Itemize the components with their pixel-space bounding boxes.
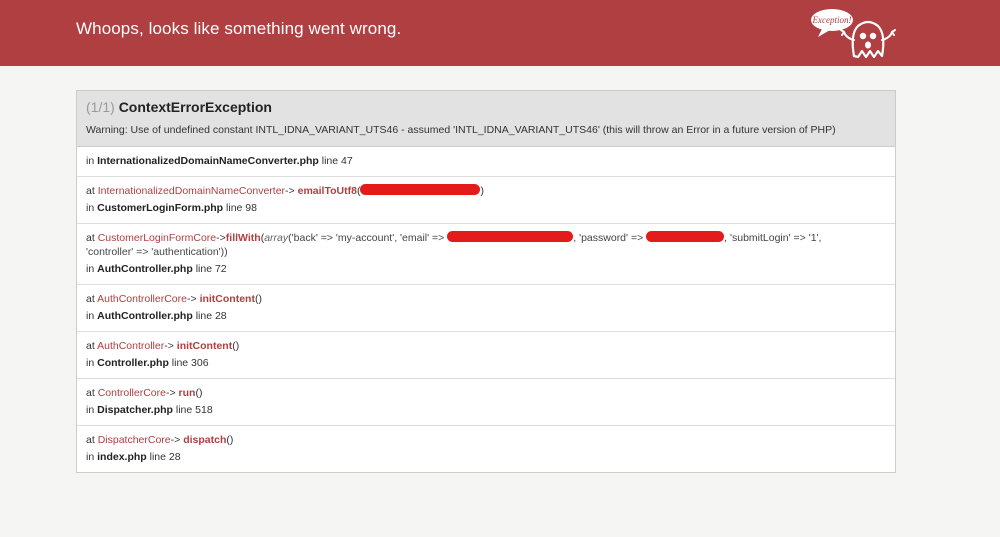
trace-line: line 306 (171, 357, 209, 369)
exception-message: Warning: Use of undefined constant INTL_… (86, 124, 836, 136)
logo-text: Exception! (812, 15, 852, 25)
trace-class: CustomerLoginFormCore (97, 232, 217, 244)
trace-arrow: -> (165, 387, 176, 399)
trace-arrow: -> (170, 434, 181, 446)
in-label: in (86, 357, 95, 369)
trace-class: AuthController (97, 340, 165, 352)
error-header: Whoops, looks like something went wrong.… (0, 0, 1000, 66)
parens: () (195, 387, 203, 399)
exception-count: (1/1) (86, 99, 115, 115)
stack-trace-entry: at AuthControllerCore-> initContent() in… (77, 285, 895, 332)
redacted-mark (447, 231, 574, 242)
trace-line: line 518 (175, 404, 213, 416)
trace-method: emailToUtf8 (297, 185, 357, 197)
trace-file: AuthController.php (97, 263, 193, 275)
trace-file: AuthController.php (97, 310, 193, 322)
trace-class: InternationalizedDomainNameConverter (97, 185, 286, 197)
trace-arrow: -> (216, 232, 226, 244)
trace-arrow: -> (285, 185, 295, 197)
exception-panel: (1/1) ContextErrorException Warning: Use… (76, 90, 896, 473)
at-label: at (86, 232, 95, 244)
at-label: at (86, 387, 95, 399)
stack-trace-entry: at DispatcherCore-> dispatch() in index.… (77, 426, 895, 472)
parens: () (254, 293, 262, 305)
array-keyword: array (264, 232, 289, 244)
stack-trace-entry: at InternationalizedDomainNameConverter-… (77, 177, 895, 224)
page-title: Whoops, looks like something went wrong. (76, 19, 402, 38)
ghost-exception-icon: Exception! (811, 9, 896, 59)
trace-args: , 'password' => (573, 232, 644, 244)
trace-arrow: -> (187, 293, 197, 305)
in-label: in (86, 451, 95, 463)
at-label: at (86, 434, 95, 446)
trace-args: ('back' => 'my-account', 'email' => (288, 232, 445, 244)
stack-trace-entry: at AuthController-> initContent() in Con… (77, 332, 895, 379)
at-label: at (86, 185, 95, 197)
trace-file: CustomerLoginForm.php (97, 202, 224, 214)
trace-line: line 28 (149, 451, 181, 463)
exception-name: ContextErrorException (118, 99, 272, 115)
stack-trace-entry: at ControllerCore-> run() in Dispatcher.… (77, 379, 895, 426)
in-label: in (86, 155, 95, 167)
trace-class: ControllerCore (97, 387, 166, 399)
trace-class: AuthControllerCore (97, 293, 187, 305)
trace-file: Controller.php (97, 357, 169, 369)
close-paren: ) (480, 185, 484, 197)
at-label: at (86, 340, 95, 352)
in-label: in (86, 202, 95, 214)
trace-method: initContent (176, 340, 233, 352)
stack-trace-entry: in InternationalizedDomainNameConverter.… (77, 147, 895, 177)
trace-method: dispatch (183, 434, 227, 446)
trace-line: line 47 (321, 155, 353, 167)
trace-args: , 'submitLogin' => '1', (724, 232, 822, 244)
parens: () (232, 340, 240, 352)
in-label: in (86, 404, 95, 416)
parens: () (226, 434, 234, 446)
at-label: at (86, 293, 95, 305)
redacted-mark (646, 231, 725, 242)
trace-method: fillWith (225, 232, 261, 244)
redacted-mark (360, 184, 481, 195)
trace-arrow: -> (164, 340, 174, 352)
trace-line: line 28 (195, 310, 227, 322)
trace-method: initContent (199, 293, 255, 305)
trace-line: line 72 (195, 263, 227, 275)
trace-args: 'controller' => 'authentication')) (86, 246, 228, 258)
exception-header: (1/1) ContextErrorException Warning: Use… (77, 91, 895, 147)
stack-trace-entry: at CustomerLoginFormCore->fillWith(array… (77, 224, 895, 285)
trace-file: InternationalizedDomainNameConverter.php (97, 155, 319, 167)
in-label: in (86, 263, 95, 275)
trace-class: DispatcherCore (97, 434, 171, 446)
trace-file: Dispatcher.php (97, 404, 173, 416)
trace-line: line 98 (226, 202, 257, 214)
in-label: in (86, 310, 95, 322)
trace-file: index.php (97, 451, 147, 463)
trace-method: run (178, 387, 196, 399)
